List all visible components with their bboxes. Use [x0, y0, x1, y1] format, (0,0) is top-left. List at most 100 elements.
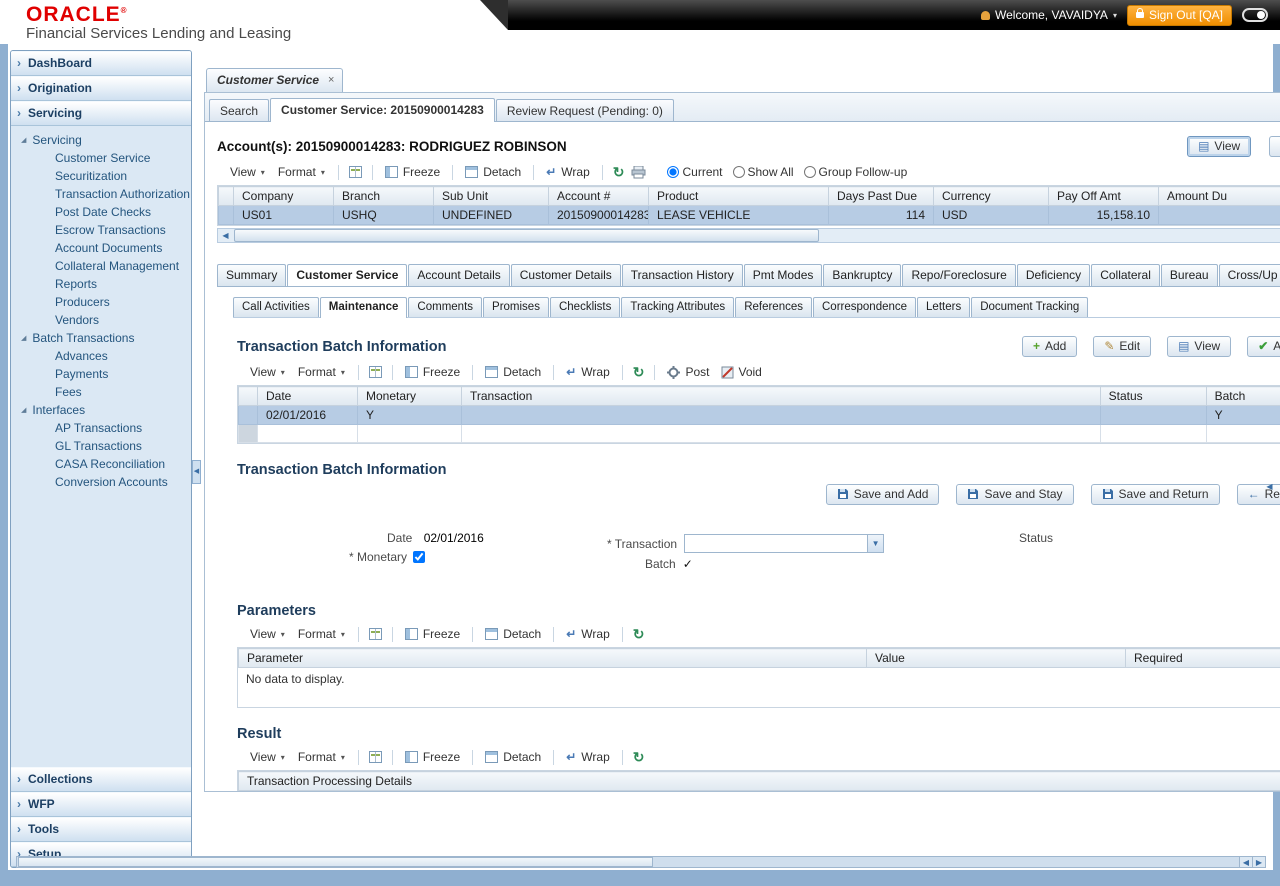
export-grid-icon[interactable] [368, 628, 382, 640]
row-selector[interactable] [238, 405, 258, 425]
radio-current-input[interactable] [667, 166, 680, 178]
tree-item-escrow-transactions[interactable]: Escrow Transactions [55, 221, 189, 239]
freeze-button[interactable]: Freeze [403, 364, 462, 380]
format-menu[interactable]: Format ▾ [295, 749, 348, 765]
scrollbar-thumb[interactable] [234, 229, 819, 242]
refresh-icon[interactable]: ↻ [613, 165, 625, 179]
detach-button[interactable]: Detach [483, 364, 543, 380]
void-button[interactable]: Void [719, 364, 764, 380]
view-menu[interactable]: View ▾ [247, 749, 288, 765]
tree-item-payments[interactable]: Payments [55, 365, 189, 383]
sign-out-button[interactable]: Sign Out [QA] [1126, 4, 1232, 26]
tree-node-interfaces[interactable]: ◢ Interfaces [21, 401, 189, 419]
tree-item-vendors[interactable]: Vendors [55, 311, 189, 329]
batch-check-icon[interactable]: ✓ [683, 557, 693, 571]
tab-account-details[interactable]: Account Details [408, 264, 510, 286]
format-menu[interactable]: Format ▾ [295, 364, 348, 380]
view-menu[interactable]: View ▾ [247, 364, 288, 380]
tab-customer-details[interactable]: Customer Details [510, 264, 621, 286]
edit-button[interactable]: ✎ Edit [1093, 336, 1152, 357]
audit-button[interactable]: ✔ Audit [1247, 336, 1280, 357]
tab-cross-up-sell[interactable]: Cross/Up Se [1218, 264, 1280, 286]
tab-correspondence[interactable]: Correspondence [813, 297, 917, 317]
tree-item-advances[interactable]: Advances [55, 347, 189, 365]
tab-comments[interactable]: Comments [408, 297, 483, 317]
freeze-button[interactable]: Freeze [403, 749, 462, 765]
export-grid-icon[interactable] [348, 166, 362, 178]
tab-promises[interactable]: Promises [483, 297, 549, 317]
tab-maintenance[interactable]: Maintenance [319, 297, 408, 318]
tree-item-account-documents[interactable]: Account Documents [55, 239, 189, 257]
view-button[interactable]: ▤ View [1187, 136, 1252, 157]
wrap-button[interactable]: ↵ Wrap [564, 626, 612, 642]
tab-checklists[interactable]: Checklists [549, 297, 621, 317]
tab-document-tracking[interactable]: Document Tracking [971, 297, 1089, 317]
sidebar-item-servicing[interactable]: › Servicing [11, 101, 191, 126]
tab-references[interactable]: References [735, 297, 812, 317]
radio-current[interactable]: Current [667, 165, 723, 179]
tab-summary[interactable]: Summary [217, 264, 287, 286]
tab-search[interactable]: Search [209, 99, 270, 121]
scrollbar-thumb[interactable] [18, 857, 653, 867]
tree-item-customer-service[interactable]: Customer Service [55, 149, 189, 167]
user-menu[interactable]: Welcome, VAVAIDYA ▾ [981, 8, 1117, 22]
page-tab-customer-service[interactable]: Customer Service × [206, 68, 344, 92]
tab-letters[interactable]: Letters [917, 297, 971, 317]
radio-group-follow-up[interactable]: Group Follow-up [803, 165, 907, 179]
tree-item-casa-reconciliation[interactable]: CASA Reconciliation [55, 455, 189, 473]
tab-tracking-attributes[interactable]: Tracking Attributes [621, 297, 735, 317]
scroll-left-icon[interactable]: ◀ [1239, 857, 1252, 867]
account-grid-hscrollbar[interactable]: ◀ ▶ [217, 228, 1280, 243]
tree-item-conversion-accounts[interactable]: Conversion Accounts [55, 473, 189, 491]
save-and-return-button[interactable]: Save and Return [1090, 484, 1220, 505]
tab-pmt-modes[interactable]: Pmt Modes [743, 264, 823, 286]
tree-item-producers[interactable]: Producers [55, 293, 189, 311]
sidebar-item-wfp[interactable]: › WFP [11, 792, 191, 817]
sidebar-item-collections[interactable]: › Collections [11, 767, 191, 792]
save-and-add-button[interactable]: Save and Add [825, 484, 940, 505]
save-and-stay-button[interactable]: Save and Stay [956, 484, 1074, 505]
tree-item-fees[interactable]: Fees [55, 383, 189, 401]
audit-button[interactable]: ✔ Audit [1269, 136, 1280, 157]
print-icon[interactable] [631, 165, 646, 179]
scroll-right-icon[interactable]: ▶ [1252, 857, 1265, 867]
sidebar-item-origination[interactable]: › Origination [11, 76, 191, 101]
row-selector[interactable] [218, 205, 234, 225]
tree-node-servicing[interactable]: ◢ Servicing [21, 131, 189, 149]
wrap-button[interactable]: ↵ Wrap [564, 364, 612, 380]
post-button[interactable]: Post [665, 364, 711, 380]
radio-show-all-input[interactable] [732, 166, 745, 178]
radio-show-all[interactable]: Show All [732, 165, 794, 179]
tree-item-securitization[interactable]: Securitization [55, 167, 189, 185]
wrap-button[interactable]: ↵ Wrap [564, 749, 612, 765]
export-grid-icon[interactable] [368, 751, 382, 763]
scroll-left-icon[interactable]: ◀ [218, 229, 233, 242]
tab-customer-service[interactable]: Customer Service [287, 264, 408, 286]
dropdown-arrow-icon[interactable]: ▼ [867, 534, 885, 553]
tab-review-request[interactable]: Review Request (Pending: 0) [495, 99, 674, 121]
refresh-icon[interactable]: ↻ [633, 365, 645, 379]
tab-bankruptcy[interactable]: Bankruptcy [823, 264, 902, 286]
tab-customer-service-account[interactable]: Customer Service: 20150900014283 [270, 98, 495, 122]
freeze-button[interactable]: Freeze [403, 626, 462, 642]
tree-item-gl-transactions[interactable]: GL Transactions [55, 437, 189, 455]
tree-item-post-date-checks[interactable]: Post Date Checks [55, 203, 189, 221]
refresh-icon[interactable]: ↻ [633, 750, 645, 764]
tree-item-transaction-authorization[interactable]: Transaction Authorization [55, 185, 190, 203]
sidebar-item-dashboard[interactable]: › DashBoard [11, 51, 191, 76]
panel-collapse-icon[interactable]: ◀ [1265, 476, 1274, 500]
tab-repo-foreclosure[interactable]: Repo/Foreclosure [902, 264, 1016, 286]
format-menu[interactable]: Format ▾ [275, 164, 328, 180]
tree-item-collateral-management[interactable]: Collateral Management [55, 257, 189, 275]
add-button[interactable]: + Add [1021, 336, 1078, 357]
tab-bureau[interactable]: Bureau [1160, 264, 1218, 286]
refresh-icon[interactable]: ↻ [633, 627, 645, 641]
tab-transaction-history[interactable]: Transaction History [621, 264, 743, 286]
account-row[interactable]: US01 USHQ UNDEFINED 20150900014283 LEASE… [218, 205, 1280, 225]
batch-row[interactable]: 02/01/2016 Y Y [238, 405, 1280, 425]
radio-group-follow-up-input[interactable] [803, 166, 816, 178]
tree-item-ap-transactions[interactable]: AP Transactions [55, 419, 189, 437]
sidebar-item-tools[interactable]: › Tools [11, 817, 191, 842]
transaction-dropdown[interactable]: ▼ [684, 534, 885, 553]
format-menu[interactable]: Format ▾ [295, 626, 348, 642]
